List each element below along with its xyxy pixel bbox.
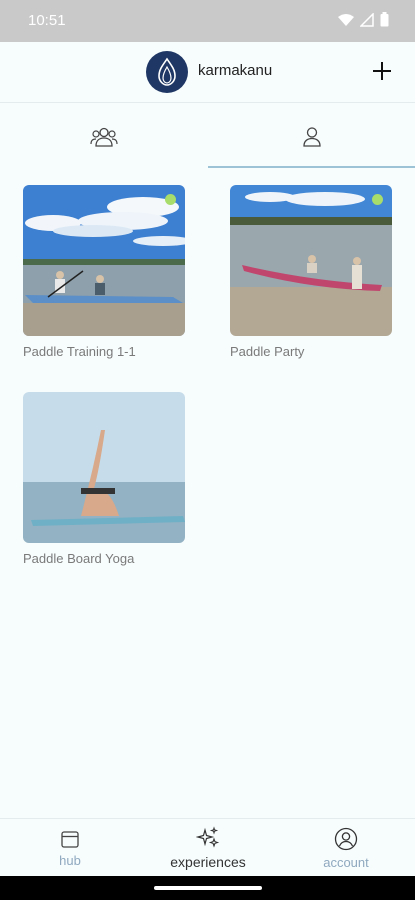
calendar-icon [61, 830, 79, 848]
flame-logo-icon [158, 57, 176, 86]
experience-title: Paddle Party [230, 344, 305, 359]
view-tabs [0, 103, 415, 170]
tab-group[interactable] [0, 103, 207, 170]
brand-logo[interactable] [146, 51, 188, 93]
experience-card[interactable]: Paddle Party [230, 185, 392, 359]
experience-card[interactable]: Paddle Board Yoga [23, 392, 185, 566]
tab-active-indicator [208, 166, 415, 168]
nav-account[interactable]: account [310, 819, 382, 877]
sparkles-icon [196, 826, 220, 848]
signal-icon [360, 12, 374, 27]
experience-card[interactable]: Paddle Training 1-1 [23, 185, 185, 359]
account-icon [334, 827, 358, 850]
add-button[interactable] [369, 58, 395, 84]
bottom-nav: hub experiences account [0, 818, 415, 877]
tab-personal[interactable] [208, 103, 415, 170]
brand-name: karmakanu [198, 62, 273, 79]
nav-experiences[interactable]: experiences [158, 819, 258, 877]
experience-title: Paddle Board Yoga [23, 551, 135, 566]
group-icon [89, 127, 118, 147]
experience-image [23, 392, 185, 543]
battery-icon [380, 12, 389, 27]
experience-image [23, 185, 185, 336]
app-header: karmakanu [0, 42, 415, 103]
plus-icon [373, 62, 391, 80]
kayak-photo [23, 185, 185, 336]
person-icon [302, 126, 321, 147]
nav-hub-label: hub [59, 852, 81, 868]
yoga-photo [23, 392, 185, 543]
status-time: 10:51 [28, 12, 66, 29]
nav-hub[interactable]: hub [35, 819, 105, 877]
home-gesture-handle[interactable] [154, 886, 262, 890]
status-icons [338, 12, 389, 27]
nav-experiences-label: experiences [170, 854, 246, 870]
status-dot [165, 194, 176, 205]
nav-account-label: account [323, 854, 369, 870]
system-gesture-bar [0, 876, 415, 900]
experience-image [230, 185, 392, 336]
wifi-icon [338, 13, 354, 26]
experience-title: Paddle Training 1-1 [23, 344, 136, 359]
canoe-photo [230, 185, 392, 336]
status-bar: 10:51 [0, 0, 415, 42]
status-dot [372, 194, 383, 205]
